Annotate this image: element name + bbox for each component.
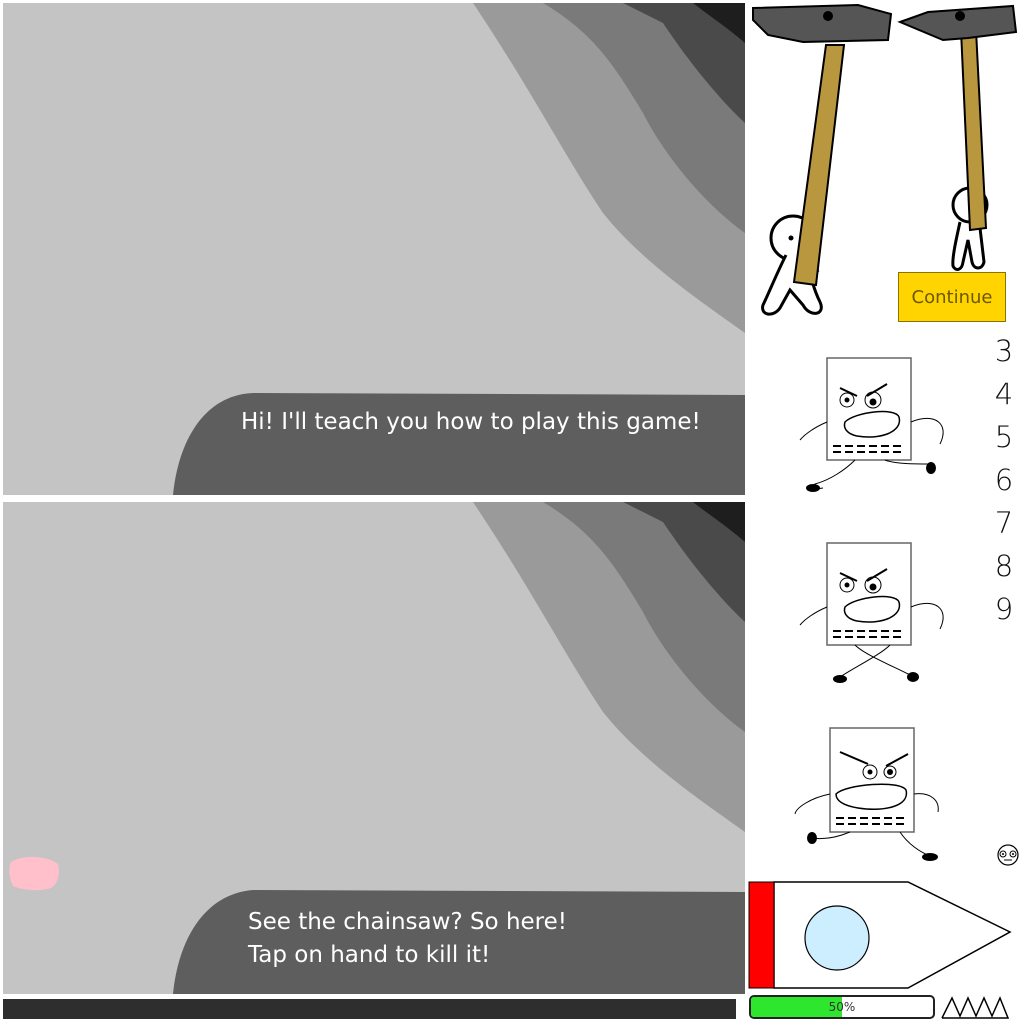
tutorial-scene-bottom[interactable]: See the chainsaw? So here! Tap on hand t… — [3, 502, 745, 994]
frame-number-5: 5 — [994, 420, 1014, 454]
progress-label: 50% — [828, 1000, 856, 1014]
tutorial-message-bottom-line2: Tap on hand to kill it! — [248, 942, 491, 968]
saw-teeth-icon — [941, 996, 1010, 1019]
target-circle[interactable] — [804, 905, 870, 971]
sponge-character-frame-1 — [799, 357, 944, 492]
progress-bar: 50% — [749, 995, 935, 1019]
frame-number-3: 3 — [994, 334, 1014, 368]
frame-number-7: 7 — [994, 506, 1014, 540]
tutorial-scene-top[interactable]: Hi! I'll teach you how to play this game… — [3, 3, 745, 495]
frame-number-6: 6 — [994, 463, 1014, 497]
chainsaw-sprite — [748, 881, 1012, 989]
tutorial-message-bottom-line1: See the chainsaw? So here! — [248, 909, 567, 935]
continue-button[interactable]: Continue — [898, 272, 1006, 322]
frame-number-9: 9 — [994, 592, 1014, 626]
tutorial-message-top: Hi! I'll teach you how to play this game… — [241, 409, 701, 435]
scene-progress-track — [3, 999, 736, 1019]
small-face-icon — [997, 844, 1019, 866]
frame-number-list: 3 4 5 6 7 8 9 — [985, 330, 1023, 631]
sponge-character-frame-3 — [794, 727, 939, 861]
frame-number-4: 4 — [994, 377, 1014, 411]
pink-hand[interactable] — [9, 856, 60, 891]
sponge-character-frame-2 — [799, 542, 944, 683]
frame-number-8: 8 — [994, 549, 1014, 583]
